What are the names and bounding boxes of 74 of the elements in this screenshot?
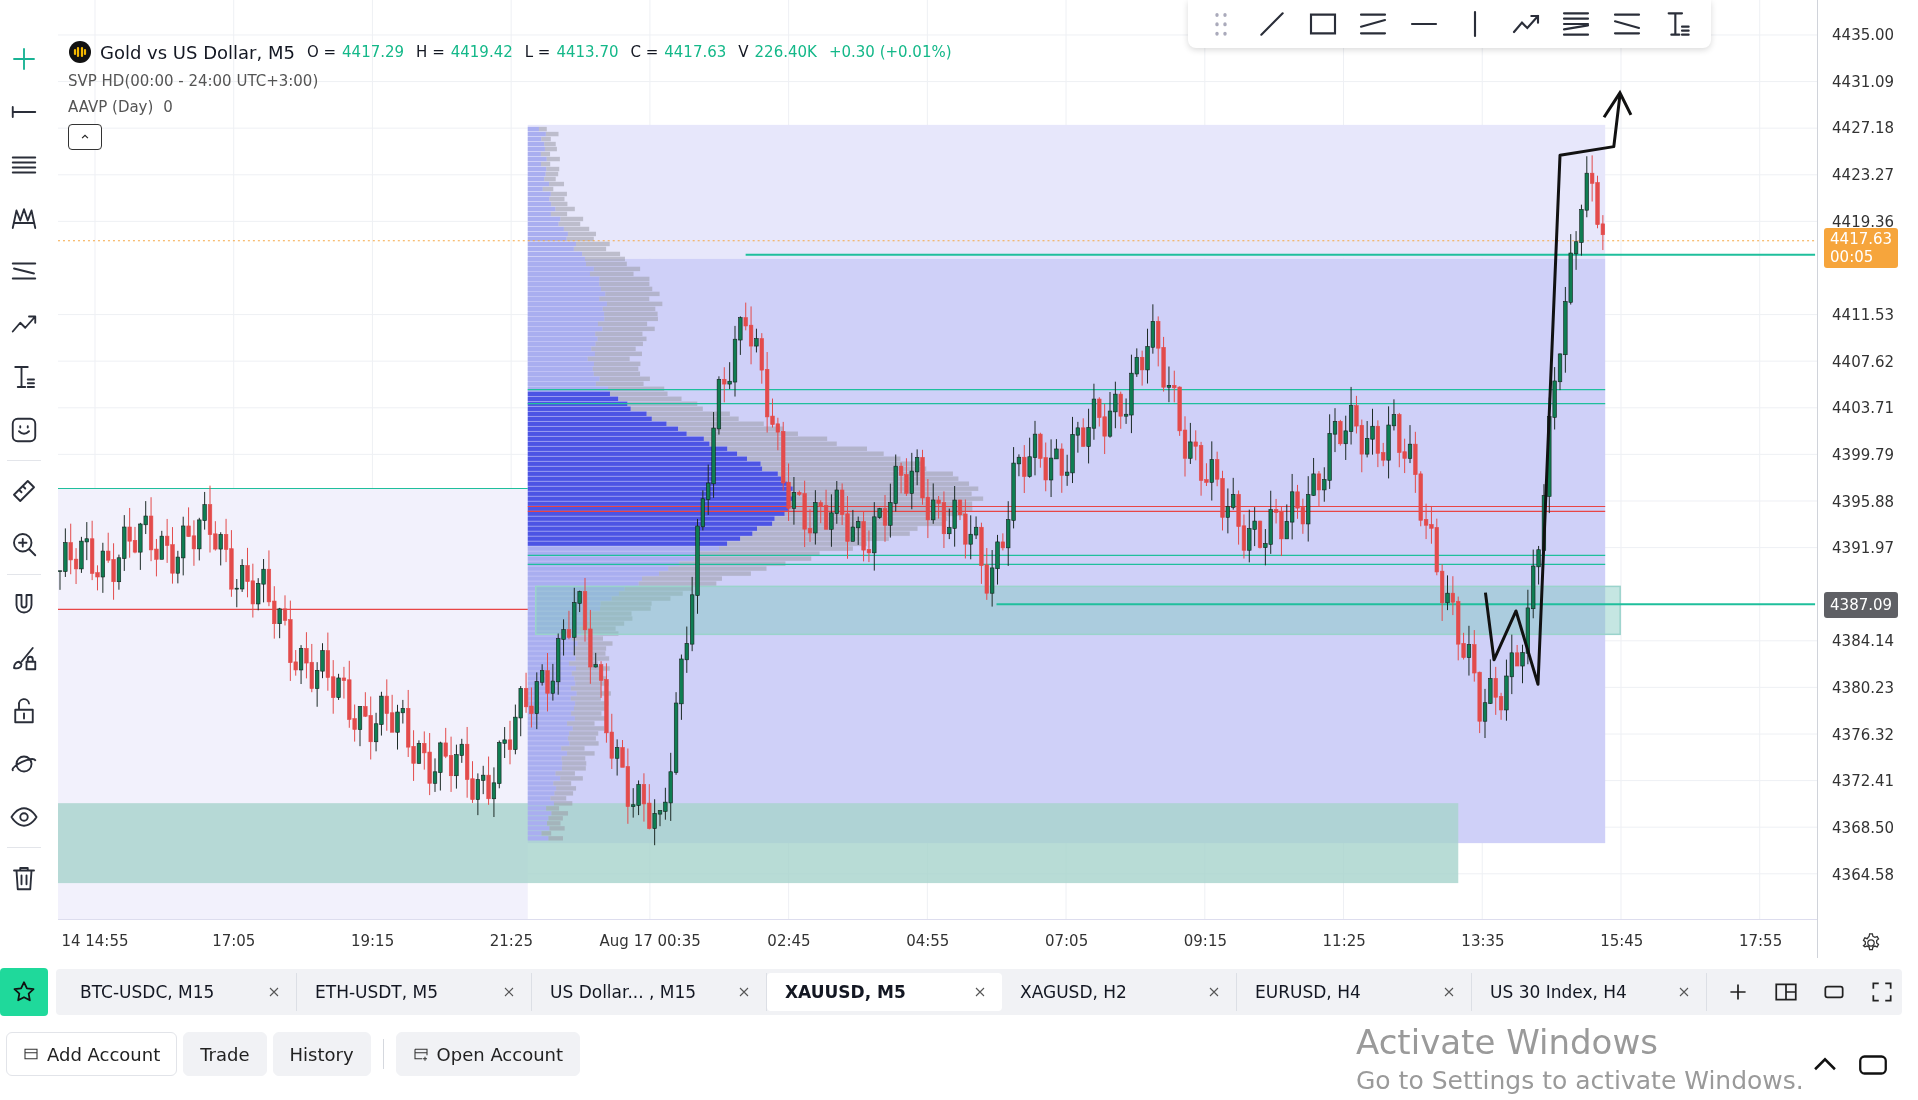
card-icon <box>23 1046 39 1062</box>
price-label: 4411.53 <box>1832 305 1895 324</box>
price-label: 4407.62 <box>1832 352 1895 371</box>
tab-label: XAGUSD, H2 <box>1020 982 1127 1002</box>
price-label: 4380.23 <box>1832 679 1895 698</box>
time-label: 07:05 <box>1044 932 1089 951</box>
chart-tab[interactable]: ETH-USDT, M5 <box>297 973 532 1011</box>
price-label: 4384.14 <box>1832 632 1895 651</box>
tab-label: XAUUSD, M5 <box>785 982 906 1002</box>
indicator-name: SVP HD(00:00 - 24:00 UTC+3:00) <box>67 72 319 90</box>
indicator-name: AAVP (Day) <box>67 98 154 116</box>
stat-value: 4417.29 <box>342 43 405 61</box>
chart-tab[interactable]: BTC-USDC, M15 <box>62 973 297 1011</box>
price-label: 4364.58 <box>1832 865 1895 884</box>
tab-label: US Dollar... , M15 <box>550 982 697 1002</box>
time-label: 04:55 <box>906 932 950 951</box>
account-button[interactable]: Trade <box>183 1032 267 1076</box>
favorites-button[interactable] <box>0 968 48 1016</box>
chart-tab[interactable]: XAUUSD, M5 <box>767 973 1002 1011</box>
time-label: 02:45 <box>767 932 811 951</box>
price-label: 4395.88 <box>1832 492 1895 511</box>
notice-text: Go to Settings to activate Windows. <box>1356 1066 1804 1095</box>
indicator-value: 0 <box>163 98 173 116</box>
price-label: 4419.36 <box>1832 212 1895 231</box>
time-label: 17:55 <box>1738 932 1783 951</box>
price-label: 4431.09 <box>1832 72 1895 91</box>
price-change: +0.30 (+0.01%) <box>828 43 952 61</box>
account-button[interactable]: History <box>272 1032 371 1076</box>
account-button[interactable]: Add Account <box>6 1032 178 1076</box>
time-label: Aug 17 00:35 <box>599 932 701 951</box>
time-label: 15:45 <box>1600 932 1644 951</box>
time-label: 09:15 <box>1183 932 1227 951</box>
price-label: 4427.18 <box>1832 119 1895 138</box>
stat-label: C = <box>630 43 659 61</box>
sticker-icon[interactable] <box>9 415 39 445</box>
chart-tab[interactable]: EURUSD, H4 <box>1237 973 1472 1011</box>
last-price: 4417.63 <box>1830 230 1894 248</box>
price-label: 4423.27 <box>1832 165 1895 184</box>
price-label: 4435.00 <box>1832 26 1895 44</box>
chart-tab[interactable]: XAGUSD, H2 <box>1002 973 1237 1011</box>
time-label: 19:15 <box>350 932 395 951</box>
stat-label: L = <box>524 43 551 61</box>
bar-countdown: 00:05 <box>1830 248 1875 266</box>
stat-value: 4419.42 <box>450 43 513 61</box>
stat-value: 226.40K <box>754 43 817 61</box>
price-label: 4403.71 <box>1832 399 1895 418</box>
card-plus-icon <box>412 1046 429 1062</box>
notice-title: Activate Windows <box>1356 1022 1659 1062</box>
price-label: 4376.32 <box>1832 725 1895 744</box>
price-label: 4399.79 <box>1832 445 1895 464</box>
tab-label: BTC-USDC, M15 <box>80 982 215 1002</box>
price-label: 4368.50 <box>1832 819 1895 838</box>
time-label: 17:05 <box>212 932 256 951</box>
fullscreen-icon[interactable] <box>1869 979 1895 1005</box>
tab-label: ETH-USDT, M5 <box>315 982 439 1002</box>
stat-value: 4417.63 <box>664 43 727 61</box>
tab-label: US 30 Index, H4 <box>1490 982 1627 1002</box>
symbol-title: Gold vs US Dollar, M5 <box>99 41 295 63</box>
tab-label: EURUSD, H4 <box>1255 982 1361 1002</box>
chart-tab[interactable]: US 30 Index, H4 <box>1472 973 1707 1011</box>
coin-icon <box>67 40 92 64</box>
price-label: 4372.41 <box>1832 772 1895 791</box>
stat-label: H = <box>416 43 445 61</box>
time-label: 14 14:55 <box>61 932 129 951</box>
price-label: 4391.97 <box>1832 539 1895 558</box>
stat-value: 4413.70 <box>556 43 619 61</box>
account-button[interactable]: Open Account <box>395 1032 581 1076</box>
price-marker: 4387.09 <box>1824 592 1899 618</box>
time-label: 21:25 <box>489 932 533 951</box>
time-label: 11:25 <box>1322 932 1366 951</box>
stat-label: V <box>738 43 749 61</box>
time-label: 13:35 <box>1461 932 1505 951</box>
collapse-button[interactable] <box>67 124 102 150</box>
stat-label: O = <box>306 43 337 61</box>
